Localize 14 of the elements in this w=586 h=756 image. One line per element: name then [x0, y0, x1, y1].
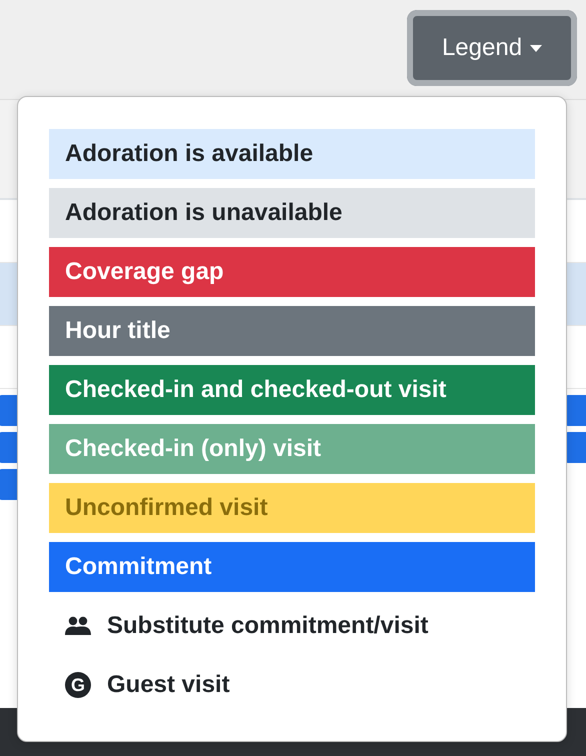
guest-badge-icon: G [65, 672, 91, 698]
legend-swatch: Checked-in and checked-out visit [49, 365, 535, 415]
legend-swatch: Unconfirmed visit [49, 483, 535, 533]
legend-label: Substitute commitment/visit [107, 612, 428, 640]
legend-swatch: Coverage gap [49, 247, 535, 297]
legend-swatch: Hour title [49, 306, 535, 356]
people-icon [65, 616, 91, 636]
legend-swatch: Adoration is unavailable [49, 188, 535, 238]
legend-label: Guest visit [107, 671, 230, 699]
caret-icon [530, 44, 542, 52]
legend-swatch: Commitment [49, 542, 535, 592]
legend-swatch: Adoration is available [49, 129, 535, 179]
legend-button[interactable]: Legend [407, 10, 577, 86]
legend-swatch: Checked-in (only) visit [49, 424, 535, 474]
